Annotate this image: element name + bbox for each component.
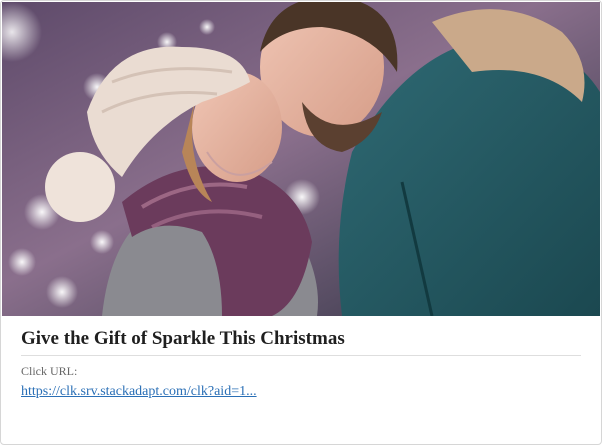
ad-headline[interactable]: Give the Gift of Sparkle This Christmas xyxy=(21,327,581,356)
ad-hero-image[interactable] xyxy=(2,2,600,316)
click-url-link[interactable]: https://clk.srv.stackadapt.com/clk?aid=1… xyxy=(21,383,257,401)
ad-card: Give the Gift of Sparkle This Christmas … xyxy=(0,0,602,445)
hero-photo xyxy=(2,2,600,316)
ad-body: Give the Gift of Sparkle This Christmas … xyxy=(21,327,581,401)
click-url-label: Click URL: xyxy=(21,364,78,378)
